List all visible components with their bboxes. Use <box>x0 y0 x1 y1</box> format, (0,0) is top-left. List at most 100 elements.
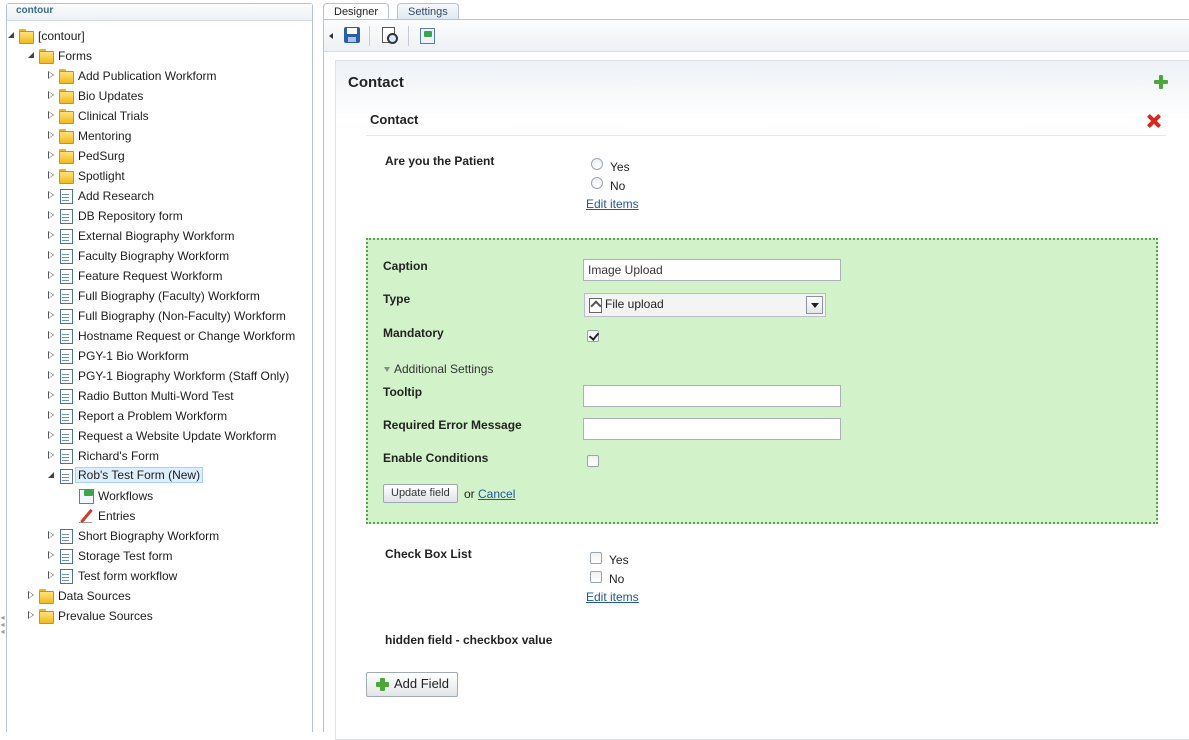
expand-arrow-icon[interactable] <box>28 591 34 599</box>
expand-arrow-icon[interactable] <box>48 431 54 439</box>
tooltip-label: Tooltip <box>383 385 423 399</box>
checkbox-list-label[interactable]: Check Box List <box>385 547 472 561</box>
patient-field-label[interactable]: Are you the Patient <box>385 154 494 168</box>
expand-arrow-icon[interactable] <box>48 191 54 199</box>
type-select[interactable]: File upload <box>584 293 826 317</box>
tree-item-selected[interactable]: Rob's Test Form (New) <box>7 466 312 486</box>
caption-input[interactable] <box>583 259 841 281</box>
expand-arrow-icon[interactable] <box>48 151 54 159</box>
add-field-button[interactable]: Add Field <box>366 672 458 697</box>
expand-arrow-icon[interactable] <box>48 171 54 179</box>
doc-icon <box>58 308 74 324</box>
tree-item[interactable]: Report a Problem Workform <box>7 406 312 426</box>
add-page-plus-icon[interactable] <box>1154 75 1168 89</box>
update-field-button[interactable]: Update field <box>383 484 458 503</box>
tree-item[interactable]: PGY-1 Biography Workform (Staff Only) <box>7 366 312 386</box>
tree-item[interactable]: Test form workflow <box>7 566 312 586</box>
tree-item[interactable]: Richard's Form <box>7 446 312 466</box>
required-error-label: Required Error Message <box>383 418 522 432</box>
expand-arrow-icon[interactable] <box>48 571 54 579</box>
expand-arrow-icon[interactable] <box>48 391 54 399</box>
tree-item[interactable]: Storage Test form <box>7 546 312 566</box>
fieldset-divider <box>366 135 1166 136</box>
panel-splitter-grip[interactable]: ◂ ◂ ◂ <box>0 614 5 642</box>
tree-item[interactable]: Feature Request Workform <box>7 266 312 286</box>
tree-data-sources[interactable]: Data Sources <box>7 586 312 606</box>
tree-item[interactable]: Faculty Biography Workform <box>7 246 312 266</box>
page-title[interactable]: Contact <box>348 74 404 91</box>
tree-item[interactable]: Mentoring <box>7 126 312 146</box>
tree-item[interactable]: Short Biography Workform <box>7 526 312 546</box>
mandatory-checkbox[interactable] <box>587 330 599 342</box>
tree-item[interactable]: Request a Website Update Workform <box>7 426 312 446</box>
expand-arrow-icon[interactable] <box>48 251 54 259</box>
tree-item[interactable]: Full Biography (Faculty) Workform <box>7 286 312 306</box>
tree-node-label: Forms <box>58 49 92 63</box>
tab-settings[interactable]: Settings <box>397 3 459 20</box>
tree-header: contour <box>7 4 312 21</box>
tree-item[interactable]: DB Repository form <box>7 206 312 226</box>
tree-node-label: Add Research <box>78 189 155 203</box>
checkbox-list-no[interactable] <box>590 571 602 583</box>
tree-item[interactable]: Radio Button Multi-Word Test <box>7 386 312 406</box>
toolbar-grip-icon[interactable] <box>329 33 333 39</box>
tree-node-label: Storage Test form <box>78 549 173 563</box>
tree-root[interactable]: [contour] <box>7 26 312 46</box>
expand-arrow-icon[interactable] <box>48 91 54 99</box>
chevron-down-icon[interactable] <box>806 296 823 314</box>
cancel-link[interactable]: Cancel <box>478 487 515 501</box>
expand-arrow-icon[interactable] <box>28 611 34 619</box>
export-icon[interactable] <box>419 27 435 44</box>
tree-item[interactable]: PedSurg <box>7 146 312 166</box>
fieldset-title[interactable]: Contact <box>370 112 418 127</box>
doc-icon <box>58 388 74 404</box>
save-icon[interactable] <box>344 27 360 43</box>
enable-conditions-checkbox[interactable] <box>587 455 599 467</box>
tree-item[interactable]: Spotlight <box>7 166 312 186</box>
tree-item[interactable]: PGY-1 Bio Workform <box>7 346 312 366</box>
collapse-arrow-icon[interactable] <box>48 472 54 478</box>
expand-arrow-icon[interactable] <box>48 71 54 79</box>
expand-arrow-icon[interactable] <box>48 111 54 119</box>
tree-item[interactable]: External Biography Workform <box>7 226 312 246</box>
expand-arrow-icon[interactable] <box>48 411 54 419</box>
tree-item[interactable]: Clinical Trials <box>7 106 312 126</box>
tree-item-workflows[interactable]: Workflows <box>7 486 312 506</box>
expand-arrow-icon[interactable] <box>48 231 54 239</box>
expand-arrow-icon[interactable] <box>48 351 54 359</box>
expand-arrow-icon[interactable] <box>48 131 54 139</box>
expand-arrow-icon[interactable] <box>48 551 54 559</box>
preview-icon[interactable] <box>381 27 398 44</box>
patient-radio-no[interactable] <box>591 177 603 189</box>
checkbox-edit-items-link[interactable]: Edit items <box>586 590 639 604</box>
hidden-field-label[interactable]: hidden field - checkbox value <box>385 633 552 647</box>
tree-item[interactable]: Add Publication Workform <box>7 66 312 86</box>
expand-arrow-icon[interactable] <box>48 531 54 539</box>
expand-arrow-icon[interactable] <box>48 371 54 379</box>
tree-prevalue-sources[interactable]: Prevalue Sources <box>7 606 312 626</box>
additional-settings-toggle[interactable]: Additional Settings <box>384 362 493 376</box>
delete-fieldset-icon[interactable] <box>1147 114 1161 128</box>
tree-item[interactable]: Hostname Request or Change Workform <box>7 326 312 346</box>
type-select-value: File upload <box>605 297 664 311</box>
collapse-arrow-icon[interactable] <box>8 32 14 38</box>
expand-arrow-icon[interactable] <box>48 271 54 279</box>
required-error-input[interactable] <box>583 418 841 440</box>
tooltip-input[interactable] <box>583 385 841 407</box>
doc-icon <box>58 548 74 564</box>
patient-edit-items-link[interactable]: Edit items <box>586 197 639 211</box>
tree-item[interactable]: Add Research <box>7 186 312 206</box>
tree-item[interactable]: Full Biography (Non-Faculty) Workform <box>7 306 312 326</box>
tree-item[interactable]: Bio Updates <box>7 86 312 106</box>
expand-arrow-icon[interactable] <box>48 311 54 319</box>
expand-arrow-icon[interactable] <box>48 211 54 219</box>
checkbox-list-yes[interactable] <box>590 552 602 564</box>
expand-arrow-icon[interactable] <box>48 451 54 459</box>
tree-forms[interactable]: Forms <box>7 46 312 66</box>
collapse-arrow-icon[interactable] <box>28 52 34 58</box>
patient-radio-yes[interactable] <box>591 158 603 170</box>
doc-icon <box>58 568 74 584</box>
expand-arrow-icon[interactable] <box>48 331 54 339</box>
expand-arrow-icon[interactable] <box>48 291 54 299</box>
tree-item-entries[interactable]: Entries <box>7 506 312 526</box>
